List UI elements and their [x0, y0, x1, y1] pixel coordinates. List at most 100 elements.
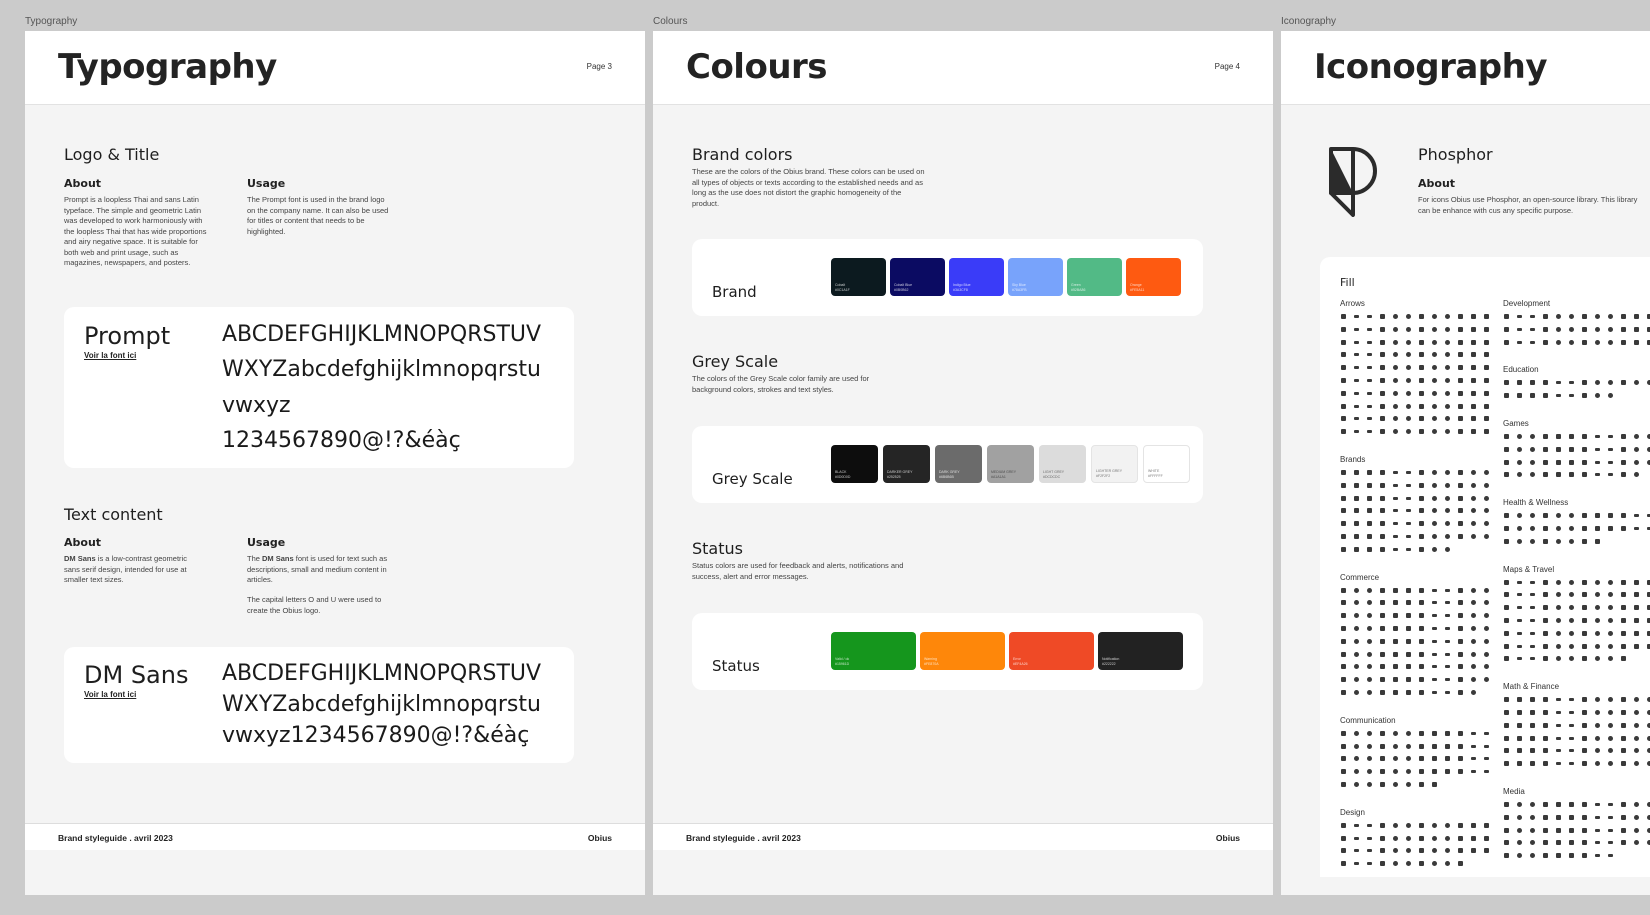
icon[interactable] [1543, 840, 1548, 846]
icon[interactable] [1504, 630, 1509, 636]
icon[interactable] [1569, 605, 1574, 611]
icon[interactable] [1608, 435, 1613, 438]
icon[interactable] [1504, 446, 1509, 452]
icon[interactable] [1621, 656, 1626, 662]
color-swatch[interactable]: Valid / ok #15961D [831, 632, 916, 670]
icon[interactable] [1458, 835, 1463, 841]
icon[interactable] [1543, 538, 1548, 544]
icon[interactable] [1471, 835, 1476, 841]
icon[interactable] [1406, 638, 1411, 644]
icon[interactable] [1471, 770, 1476, 774]
icon[interactable] [1458, 822, 1463, 828]
icon[interactable] [1608, 722, 1613, 728]
icon[interactable] [1530, 631, 1535, 635]
icon[interactable] [1432, 652, 1437, 656]
icon[interactable] [1354, 664, 1359, 670]
icon[interactable] [1517, 525, 1522, 531]
icon[interactable] [1445, 377, 1450, 383]
icon[interactable] [1543, 827, 1548, 833]
icon[interactable] [1543, 314, 1548, 319]
icon[interactable] [1582, 434, 1587, 439]
icon[interactable] [1471, 326, 1476, 332]
icon[interactable] [1393, 600, 1398, 606]
icon[interactable] [1556, 723, 1561, 727]
icon[interactable] [1354, 533, 1359, 539]
icon[interactable] [1634, 761, 1639, 767]
icon[interactable] [1621, 434, 1626, 439]
icon[interactable] [1458, 521, 1463, 527]
icon[interactable] [1543, 326, 1548, 332]
icon[interactable] [1458, 664, 1463, 670]
icon[interactable] [1595, 393, 1600, 399]
icon[interactable] [1406, 781, 1411, 787]
icon[interactable] [1569, 617, 1574, 623]
icon[interactable] [1484, 744, 1489, 748]
icon[interactable] [1432, 403, 1437, 409]
icon[interactable] [1543, 643, 1548, 649]
icon[interactable] [1569, 538, 1574, 544]
icon[interactable] [1458, 651, 1463, 657]
icon[interactable] [1458, 600, 1463, 606]
icon[interactable] [1595, 592, 1600, 598]
icon[interactable] [1556, 434, 1561, 439]
icon[interactable] [1504, 459, 1509, 465]
icon[interactable] [1380, 664, 1385, 670]
icon[interactable] [1556, 630, 1561, 636]
icon[interactable] [1582, 326, 1587, 332]
icon[interactable] [1484, 326, 1489, 332]
icon[interactable] [1517, 802, 1522, 807]
icon[interactable] [1380, 651, 1385, 657]
icon[interactable] [1458, 495, 1463, 501]
icon[interactable] [1471, 429, 1476, 435]
icon[interactable] [1608, 617, 1613, 623]
icon[interactable] [1367, 836, 1372, 840]
icon[interactable] [1543, 814, 1548, 820]
frame-label-typography[interactable]: Typography [25, 16, 77, 27]
icon[interactable] [1582, 605, 1587, 611]
icon[interactable] [1341, 508, 1346, 514]
icon[interactable] [1393, 638, 1398, 644]
icon[interactable] [1634, 514, 1639, 518]
icon[interactable] [1517, 697, 1522, 703]
icon[interactable] [1569, 698, 1574, 702]
icon[interactable] [1484, 495, 1489, 501]
icon[interactable] [1354, 781, 1359, 787]
icon[interactable] [1458, 677, 1463, 683]
icon[interactable] [1419, 314, 1424, 319]
icon[interactable] [1406, 689, 1411, 695]
icon[interactable] [1393, 848, 1398, 854]
icon[interactable] [1556, 339, 1561, 345]
icon[interactable] [1517, 472, 1522, 478]
icon[interactable] [1406, 613, 1411, 619]
icon[interactable] [1484, 822, 1489, 828]
icon[interactable] [1530, 657, 1535, 661]
icon[interactable] [1595, 735, 1600, 741]
icon[interactable] [1595, 513, 1600, 519]
icon[interactable] [1341, 470, 1346, 475]
icon[interactable] [1354, 743, 1359, 749]
icon[interactable] [1595, 447, 1600, 451]
icon[interactable] [1530, 735, 1535, 741]
icon[interactable] [1458, 743, 1463, 749]
icon[interactable] [1621, 840, 1626, 846]
icon[interactable] [1406, 496, 1411, 500]
icon[interactable] [1341, 495, 1346, 501]
icon[interactable] [1367, 862, 1372, 866]
icon[interactable] [1432, 314, 1437, 319]
icon[interactable] [1484, 731, 1489, 735]
icon[interactable] [1380, 377, 1385, 383]
icon[interactable] [1393, 835, 1398, 841]
icon[interactable] [1432, 822, 1437, 828]
icon[interactable] [1582, 472, 1587, 478]
icon[interactable] [1354, 430, 1359, 434]
icon[interactable] [1517, 538, 1522, 544]
icon[interactable] [1556, 446, 1561, 452]
icon[interactable] [1582, 761, 1587, 767]
icon[interactable] [1458, 587, 1463, 593]
icon[interactable] [1341, 769, 1346, 775]
icon[interactable] [1445, 678, 1450, 682]
icon[interactable] [1406, 429, 1411, 435]
icon[interactable] [1432, 639, 1437, 643]
icon[interactable] [1569, 525, 1574, 531]
icon[interactable] [1504, 802, 1509, 807]
